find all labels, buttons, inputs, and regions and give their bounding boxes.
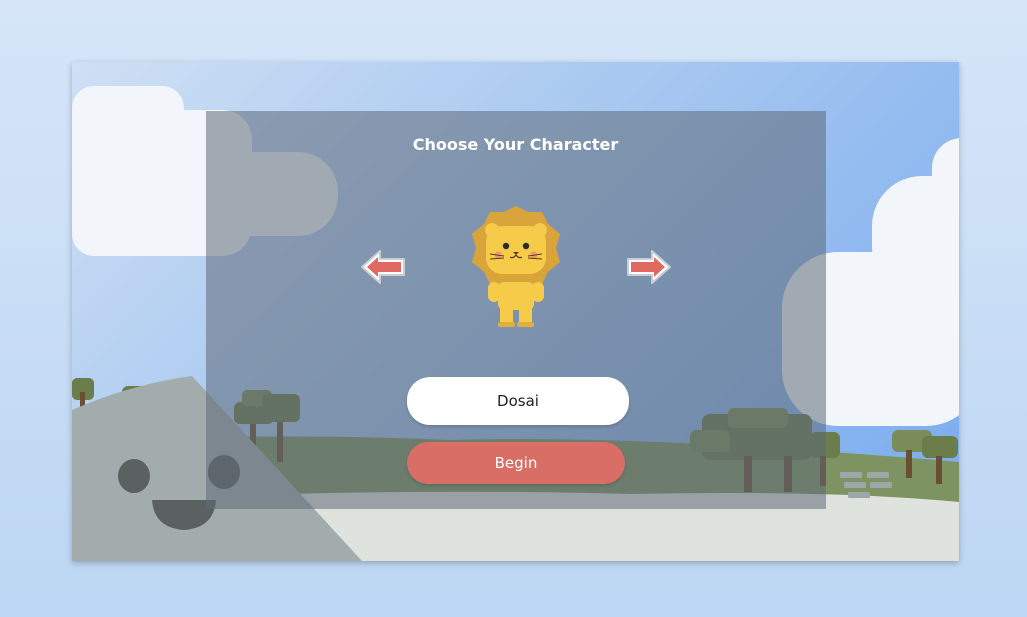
- left-arrow-icon: [361, 250, 405, 284]
- lion-character: [468, 204, 564, 330]
- begin-button[interactable]: Begin: [407, 442, 625, 484]
- lion-character-icon: [472, 206, 560, 327]
- character-name-input[interactable]: [407, 377, 629, 425]
- previous-character-button[interactable]: [358, 246, 410, 288]
- screen-title: Choose Your Character: [412, 135, 619, 154]
- right-arrow-icon: [627, 250, 671, 284]
- game-viewport: Choose Your Character Dosai Begin: [72, 62, 959, 561]
- next-character-button[interactable]: [622, 246, 674, 288]
